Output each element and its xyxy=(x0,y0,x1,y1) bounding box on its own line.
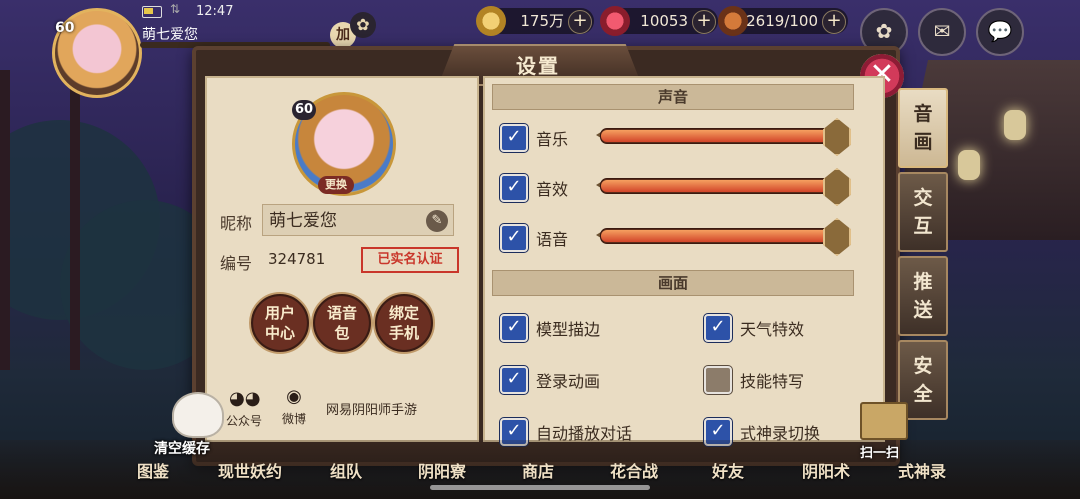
weibo-label: 微博 xyxy=(281,412,306,426)
stamina-counter: 2619/100 + xyxy=(718,6,848,36)
tab-push-label: 推 送 xyxy=(913,271,933,321)
jade-icon xyxy=(600,6,630,36)
scan-label: 扫一扫 xyxy=(860,446,900,461)
background-lantern xyxy=(1004,110,1026,140)
clock-text: 12:47 xyxy=(196,4,234,19)
nav-item-spells[interactable]: 阴阳术 xyxy=(802,458,850,482)
sfx-checkbox[interactable]: ✓ xyxy=(500,174,528,202)
stamina-add-button[interactable]: + xyxy=(822,10,846,34)
graphics-section-header: 画面 xyxy=(492,270,854,296)
tab-interaction[interactable]: 交 互 xyxy=(898,172,948,252)
player-name: 萌七爱您 xyxy=(142,27,198,43)
voice-slider[interactable] xyxy=(600,228,836,244)
weather-label: 天气特效 xyxy=(740,320,805,339)
jade-add-button[interactable]: + xyxy=(692,10,716,34)
voice-checkbox[interactable]: ✓ xyxy=(500,224,528,252)
sfx-label: 音效 xyxy=(536,180,569,199)
background-lantern xyxy=(958,150,980,180)
profile-level: 60 xyxy=(292,100,316,120)
nav-item-card-battle[interactable]: 花合战 xyxy=(610,458,658,482)
game-name-text: 网易阴阳师手游 xyxy=(326,403,418,418)
tab-security-label: 安 全 xyxy=(913,355,933,405)
nav-item-team[interactable]: 组队 xyxy=(330,458,362,482)
nickname-label: 昵称 xyxy=(220,214,253,233)
mail-icon[interactable]: ✉ xyxy=(918,8,966,56)
shuriken-icon[interactable]: ✿ xyxy=(350,12,376,38)
voice-pack-label: 语音 包 xyxy=(326,304,357,342)
weibo-link[interactable]: ◉ 微博 xyxy=(274,386,314,427)
change-avatar-button[interactable]: 更换 xyxy=(318,176,354,194)
jade-value: 10053 xyxy=(640,12,688,30)
home-indicator xyxy=(430,485,650,490)
jade-counter: 10053 + xyxy=(600,6,718,36)
sfx-slider[interactable] xyxy=(600,178,836,194)
dialog-title: 设置 xyxy=(516,54,560,78)
weather-checkbox[interactable]: ✓ xyxy=(704,314,732,342)
login-anim-checkbox[interactable]: ✓ xyxy=(500,366,528,394)
user-center-label: 用户 中心 xyxy=(264,304,295,342)
verified-badge[interactable]: 已实名认证 xyxy=(361,247,459,273)
weibo-icon: ◉ xyxy=(286,386,302,407)
clear-cache-button[interactable]: 清空缓存 xyxy=(120,392,230,462)
music-slider[interactable] xyxy=(600,128,836,144)
player-level: 60 xyxy=(55,20,75,36)
id-label: 编号 xyxy=(220,254,253,273)
coin-value: 175万 xyxy=(520,12,564,30)
sound-section-header: 声音 xyxy=(492,84,854,110)
outline-label: 模型描边 xyxy=(536,320,601,339)
edit-nickname-icon[interactable]: ✎ xyxy=(426,210,448,232)
chat-icon[interactable]: 💬 xyxy=(976,8,1024,56)
wechat-icon: ◕◕ xyxy=(229,388,261,409)
background-torii xyxy=(0,70,80,370)
music-checkbox[interactable]: ✓ xyxy=(500,124,528,152)
stamina-value: 2619/100 xyxy=(746,12,818,30)
top-status-bar: ⇅ 12:47 60 萌七爱您 加 ✿ 175万 + 10053 + 2619/… xyxy=(0,0,1080,98)
nav-item-shikigami[interactable]: 式神录 xyxy=(898,458,946,482)
clear-cache-label: 清空缓存 xyxy=(154,441,210,457)
wechat-label: 公众号 xyxy=(225,414,262,428)
battery-icon xyxy=(142,6,162,18)
music-label: 音乐 xyxy=(536,130,569,149)
skill-closeup-label: 技能特写 xyxy=(740,372,805,391)
scan-button[interactable]: 扫一扫 xyxy=(852,402,912,461)
voice-pack-button[interactable]: 语音 包 xyxy=(311,292,373,354)
network-arrows-icon: ⇅ xyxy=(170,2,181,16)
login-anim-label: 登录动画 xyxy=(536,372,601,391)
tab-audio-visual-label: 音 画 xyxy=(913,103,933,153)
coin-icon xyxy=(476,6,506,36)
coin-counter: 175万 + xyxy=(476,6,594,36)
nav-item-shop[interactable]: 商店 xyxy=(522,458,554,482)
music-slider-fill xyxy=(601,130,835,142)
bind-phone-label: 绑定 手机 xyxy=(388,304,419,342)
tab-audio-visual[interactable]: 音 画 xyxy=(898,88,948,168)
skill-closeup-checkbox[interactable]: ✓ xyxy=(704,366,732,394)
scan-icon xyxy=(860,402,908,440)
stamina-icon xyxy=(718,6,748,36)
tab-interaction-label: 交 互 xyxy=(913,187,933,237)
voice-label: 语音 xyxy=(536,230,569,249)
user-center-button[interactable]: 用户 中心 xyxy=(249,292,311,354)
voice-slider-fill xyxy=(601,230,835,242)
outline-checkbox[interactable]: ✓ xyxy=(500,314,528,342)
id-value: 324781 xyxy=(268,250,326,268)
nav-item-friends[interactable]: 好友 xyxy=(712,458,744,482)
mascot-icon xyxy=(172,392,224,438)
bind-phone-button[interactable]: 绑定 手机 xyxy=(373,292,435,354)
tab-push[interactable]: 推 送 xyxy=(898,256,948,336)
sfx-slider-fill xyxy=(601,180,835,192)
nav-item-guild[interactable]: 阴阳寮 xyxy=(418,458,466,482)
coin-add-button[interactable]: + xyxy=(568,10,592,34)
